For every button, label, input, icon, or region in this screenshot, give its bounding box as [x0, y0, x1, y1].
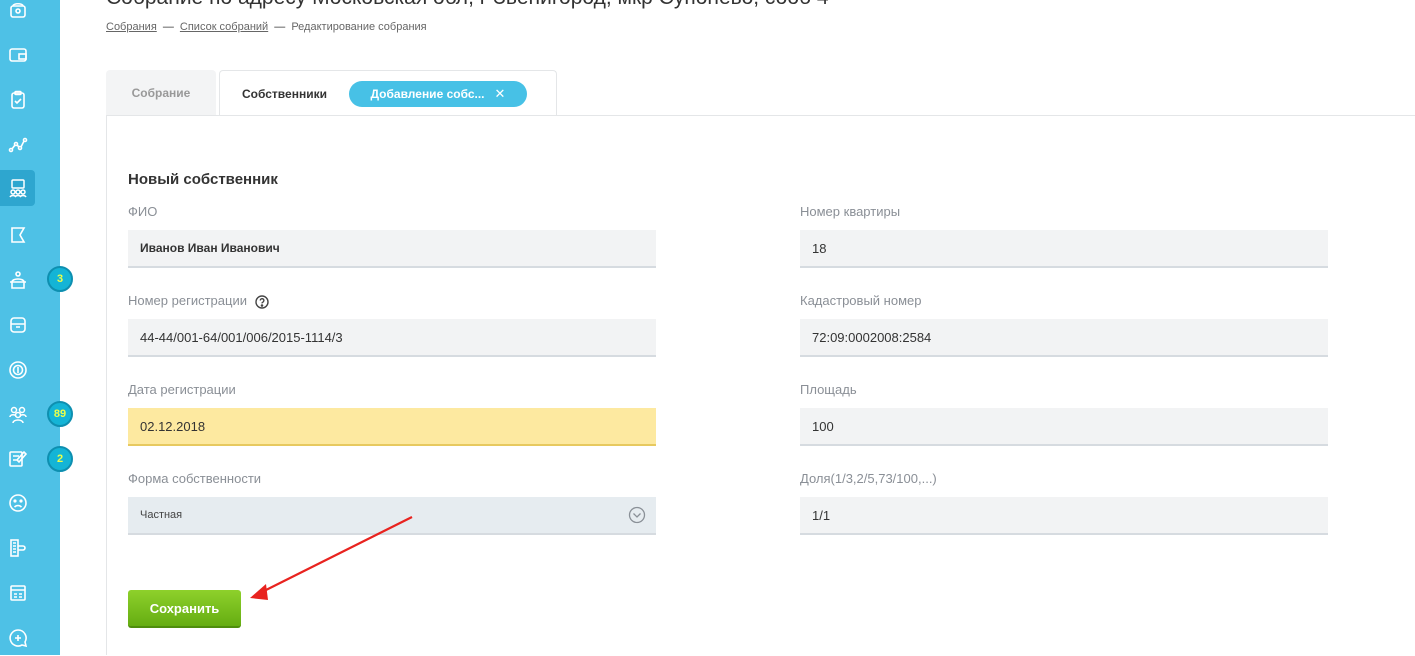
breadcrumb-link-meetings[interactable]: Собрания: [106, 21, 157, 33]
meetings-icon[interactable]: [0, 170, 35, 206]
regnum-label-text: Номер регистрации: [128, 293, 247, 308]
sad-face-icon[interactable]: [0, 485, 35, 521]
cadastral-label: Кадастровый номер: [800, 293, 922, 308]
analytics-icon[interactable]: [0, 127, 35, 163]
reception-icon[interactable]: [0, 262, 35, 298]
regnum-label: Номер регистрации: [128, 293, 269, 309]
regnum-field[interactable]: 44-44/001-64/001/006/2015-1114/3: [128, 319, 656, 357]
fio-label: ФИО: [128, 204, 158, 219]
form-title: Новый собственник: [128, 171, 278, 188]
archive-icon[interactable]: [0, 307, 35, 343]
building-icon[interactable]: [0, 530, 35, 566]
regdate-field[interactable]: 02.12.2018: [128, 408, 656, 446]
sidebar: 3 89 2: [0, 0, 73, 656]
help-icon[interactable]: [254, 294, 269, 309]
area-label: Площадь: [800, 382, 857, 397]
chevron-down-icon: [628, 506, 646, 524]
phone-icon[interactable]: [0, 0, 35, 28]
wallet-icon[interactable]: [0, 37, 35, 73]
breadcrumb-current: Редактирование собрания: [291, 21, 427, 33]
edit-note-icon[interactable]: [0, 440, 35, 476]
close-icon[interactable]: ✕: [495, 86, 506, 102]
breadcrumb: Собрания — Список собраний — Редактирова…: [106, 21, 427, 33]
users-group-icon[interactable]: [0, 396, 35, 432]
fio-field[interactable]: Иванов Иван Иванович: [128, 230, 656, 268]
ownership-select-value: Частная: [140, 509, 183, 521]
clipboard-check-icon[interactable]: [0, 82, 35, 118]
notification-badge: 2: [47, 446, 73, 472]
notification-badge: 3: [47, 266, 73, 292]
tab-meeting[interactable]: Собрание: [106, 70, 216, 116]
ownership-label: Форма собственности: [128, 471, 262, 486]
cadastral-field[interactable]: 72:09:0002008:2584: [800, 319, 1328, 357]
flag-icon[interactable]: [0, 217, 35, 253]
area-field[interactable]: 100: [800, 408, 1328, 446]
calendar-list-icon[interactable]: [0, 575, 35, 611]
apt-label: Номер квартиры: [800, 204, 901, 219]
tab-add-owner-label: Добавление собс...: [370, 86, 485, 101]
chat-add-icon[interactable]: [0, 620, 35, 656]
save-button[interactable]: Сохранить: [128, 590, 241, 628]
tab-owners-label: Собственники: [242, 86, 327, 101]
regdate-label: Дата регистрации: [128, 382, 236, 397]
share-field[interactable]: 1/1: [800, 497, 1328, 535]
apt-field[interactable]: 18: [800, 230, 1328, 268]
coin-icon[interactable]: [0, 352, 35, 388]
notification-badge: 89: [47, 401, 73, 427]
tab-add-owner[interactable]: Добавление собс... ✕: [348, 80, 527, 107]
breadcrumb-separator: —: [274, 21, 286, 33]
breadcrumb-link-meeting-list[interactable]: Список собраний: [180, 21, 268, 33]
share-label: Доля(1/3,2/5,73/100,...): [800, 471, 937, 486]
tab-owners[interactable]: Собственники Добавление собс... ✕: [219, 70, 557, 116]
page-title: Собрание по адресу Московская обл, г Зве…: [106, 0, 829, 10]
breadcrumb-separator: —: [162, 21, 174, 33]
tabs: Собрание Собственники Добавление собс...…: [106, 70, 1415, 116]
annotation-arrow: [250, 516, 413, 600]
